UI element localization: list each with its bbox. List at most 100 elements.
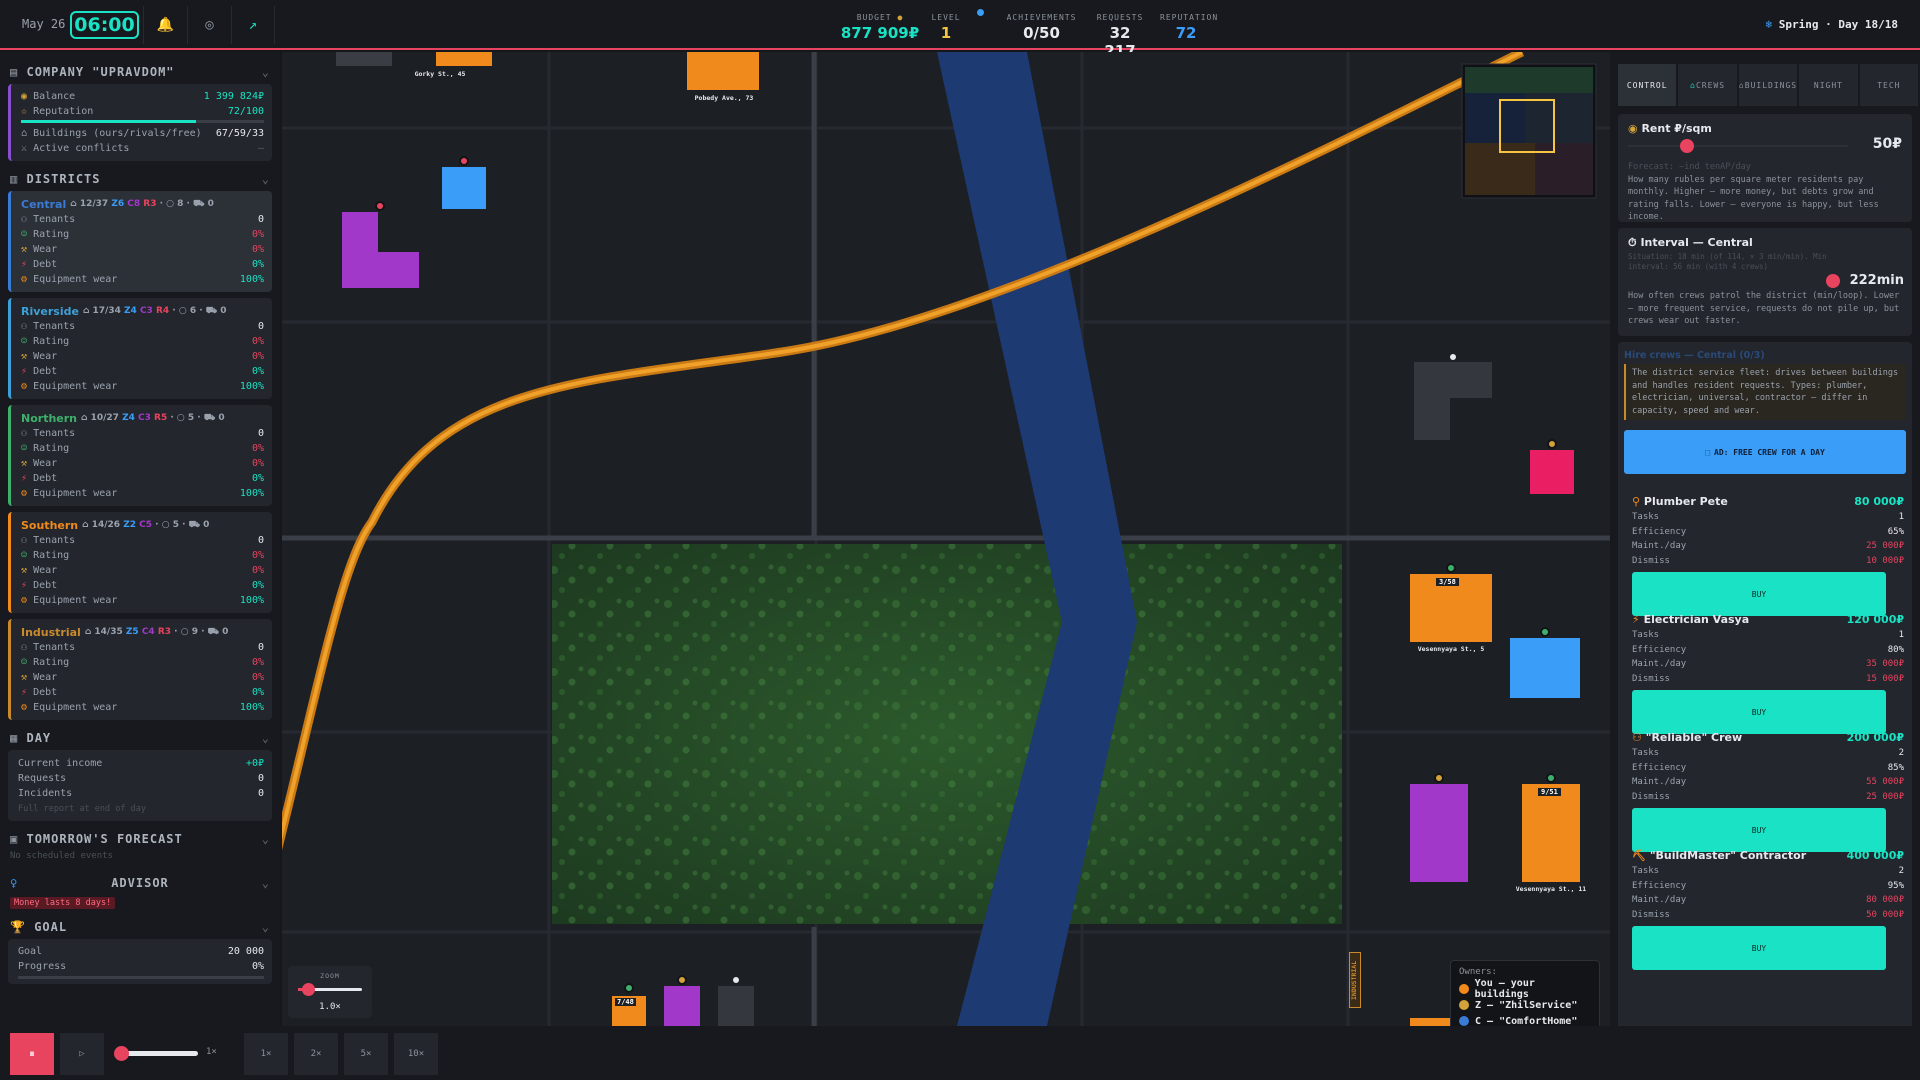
goal-card: Goal 20 000 Progress 0% [8, 939, 272, 984]
rent-slider-handle[interactable] [1680, 139, 1694, 153]
tab-crews[interactable]: ⌂ CREWS [1678, 64, 1737, 106]
goal-header[interactable]: 🏆 GOAL ⌄ [0, 915, 280, 939]
district-tag-industrial: INDUSTRIAL [1349, 952, 1361, 1008]
tab-control[interactable]: CONTROL [1618, 64, 1677, 106]
district-row: ⚒ Wear 0% [21, 458, 264, 469]
label-gorky: Gorky St., 45 [414, 70, 466, 78]
building-gray-top[interactable] [336, 52, 392, 66]
target-icon: ◎ [205, 17, 214, 33]
building-blue-1[interactable] [442, 167, 486, 209]
day-card: Current income +0₽ Requests 0 Incidents 0 F… [8, 750, 272, 821]
district-row: ⚡ Debt 0% [21, 473, 264, 484]
building-gorky[interactable] [436, 52, 492, 66]
tab-buildings[interactable]: ⌂ BUILDINGS [1738, 64, 1798, 106]
district-card-northern[interactable]: Northern ⌂ 10/27 Z4 C3 R5 · ○ 5 · ⛟ 0 ⚇ Te… [8, 405, 272, 506]
interval-card: ⏱ Interval — Central Situation: 18 min (… [1618, 228, 1912, 336]
legend-item: C — "ComfortHome" [1459, 1013, 1591, 1026]
building-blue-2[interactable] [1510, 638, 1580, 698]
district-card-central[interactable]: Central ⌂ 12/37 Z6 C8 R3 · ○ 8 · ⛟ 0 ⚇ Ten… [8, 191, 272, 292]
advisor-header[interactable]: ♀ ADVISOR ⌄ [0, 871, 280, 895]
crew-card: ⚲ Plumber Pete 80 000₽ Tasks 1 Efficiency 65%… [1632, 492, 1904, 616]
speed-value: 1× [206, 1047, 217, 1057]
pause-button[interactable]: ⏸ [10, 1033, 54, 1075]
district-row: ⚒ Wear 0% [21, 672, 264, 683]
district-row: ☺ Rating 0% [21, 550, 264, 561]
district-card-industrial[interactable]: Industrial ⌂ 14/35 Z5 C4 R3 · ○ 9 · ⛟ 0 ⚇ … [8, 619, 272, 720]
district-card-riverside[interactable]: Riverside ⌂ 17/34 Z4 C3 R4 · ○ 6 · ⛟ 0 ⚇ T… [8, 298, 272, 399]
bell-icon: 🔔 [156, 17, 175, 33]
speed-1x-button[interactable]: 1× [244, 1033, 288, 1075]
tab-night[interactable]: NIGHT [1799, 64, 1858, 106]
achievements-stat[interactable]: ACHIEVEMENTS 0/50 [1005, 13, 1078, 42]
crew-price: 120 000₽ [1846, 612, 1904, 626]
bottom-bar: ⏸ ▷ 1× 1× 2× 5× 10× [0, 1026, 1920, 1080]
label-vesen-5: Vesennyaya St., 5 [1417, 645, 1485, 653]
district-row: ⚇ Tenants 0 [21, 642, 264, 653]
advisor-warning-badge: Money lasts 8 days! [10, 897, 116, 909]
city-map[interactable]: Gorky St., 45 Pobedy Ave., 73 Vesennyaya… [282, 52, 1610, 1026]
pause-icon: ⏸ [29, 1047, 35, 1060]
district-row: ☺ Rating 0% [21, 229, 264, 240]
snowflake-icon: ❄ [1765, 18, 1773, 31]
district-row: ⚡ Debt 0% [21, 687, 264, 698]
building-purple-1[interactable] [342, 212, 419, 288]
speed-5x-button[interactable]: 5× [344, 1033, 388, 1075]
district-card-southern[interactable]: Southern ⌂ 14/26 Z2 C5 · ○ 5 · ⛟ 0 ⚇ Tenan… [8, 512, 272, 613]
building-pobedy[interactable] [687, 52, 759, 90]
forecast-header[interactable]: ▣ TOMORROW'S FORECAST ⌄ [0, 827, 280, 851]
district-row: ⚇ Tenants 0 [21, 214, 264, 225]
counter-b3: 7/48 [615, 998, 636, 1006]
crew-price: 80 000₽ [1854, 494, 1904, 508]
district-row: ⚡ Debt 0% [21, 366, 264, 377]
district-row: ⚙ Equipment wear 100% [21, 702, 264, 713]
budget-value: 877 909₽ [840, 24, 920, 42]
achievements-value: 0/50 [1023, 24, 1060, 42]
stats-button[interactable]: ↗ [231, 6, 275, 44]
district-name: Northern [21, 411, 77, 425]
building-vesen-11[interactable] [1522, 784, 1580, 882]
trend-icon: ↗ [248, 17, 258, 33]
gift-icon: ⬚ [1705, 447, 1711, 457]
interval-value: 222min [1849, 273, 1904, 288]
counter-b2: 9/51 [1538, 788, 1561, 796]
rent-slider[interactable] [1628, 145, 1848, 147]
tab-tech[interactable]: TECH [1859, 64, 1919, 106]
district-row: ⚇ Tenants 0 [21, 535, 264, 546]
company-card: ◉ Balance 1 399 824₽ ☆ Reputation 72/100 ⌂… [8, 84, 272, 161]
building-pink[interactable] [1530, 450, 1574, 494]
speed-slider-handle[interactable] [114, 1046, 129, 1061]
crew-card: ⚇ "Reliable" Crew 200 000₽ Tasks 2 Efficienc… [1632, 728, 1904, 852]
crew-name: Electrician Vasya [1643, 612, 1750, 626]
building-bottom-2[interactable] [664, 986, 700, 1026]
speed-10x-button[interactable]: 10× [394, 1033, 438, 1075]
level-stat: LEVEL 1 [931, 13, 961, 42]
district-row: ⚒ Wear 0% [21, 351, 264, 362]
season-indicator: ❄ Spring · Day 18/18 [1765, 18, 1898, 31]
building-bottom-3[interactable] [718, 986, 754, 1026]
legend-item: You — your buildings [1459, 978, 1591, 1000]
buy-crew-button[interactable]: BUY [1632, 926, 1886, 970]
interval-slider-handle[interactable] [1826, 274, 1840, 288]
district-row: ⚡ Debt 0% [21, 259, 264, 270]
district-name: Riverside [21, 304, 79, 318]
district-row: ⚇ Tenants 0 [21, 321, 264, 332]
map-canvas[interactable] [282, 52, 1610, 1026]
zoom-slider-handle[interactable] [302, 983, 315, 996]
minimap[interactable] [1461, 63, 1597, 199]
district-row: ⚇ Tenants 0 [21, 428, 264, 439]
district-row: ⚙ Equipment wear 100% [21, 381, 264, 392]
ad-free-crew-button[interactable]: ⬚ AD: FREE CREW FOR A DAY [1624, 430, 1906, 474]
play-button[interactable]: ▷ [60, 1033, 104, 1075]
building-ownerless-1[interactable] [1414, 362, 1492, 440]
company-header[interactable]: ▤ COMPANY "UPRAVDOM" ⌄ [0, 60, 280, 84]
counter-b1: 3/58 [1436, 578, 1459, 586]
speed-2x-button[interactable]: 2× [294, 1033, 338, 1075]
target-button[interactable]: ◎ [187, 6, 231, 44]
building-purple-2[interactable] [1410, 784, 1468, 882]
day-header[interactable]: ▦ DAY ⌄ [0, 726, 280, 750]
reputation-stat: REPUTATION 72 [1160, 13, 1219, 42]
notifications-button[interactable]: 🔔 [143, 6, 187, 44]
owners-legend: Owners: You — your buildings Z — "ZhilSer… [1450, 960, 1600, 1026]
district-name: Southern [21, 518, 79, 532]
districts-header[interactable]: ▥ DISTRICTS ⌄ [0, 167, 280, 191]
